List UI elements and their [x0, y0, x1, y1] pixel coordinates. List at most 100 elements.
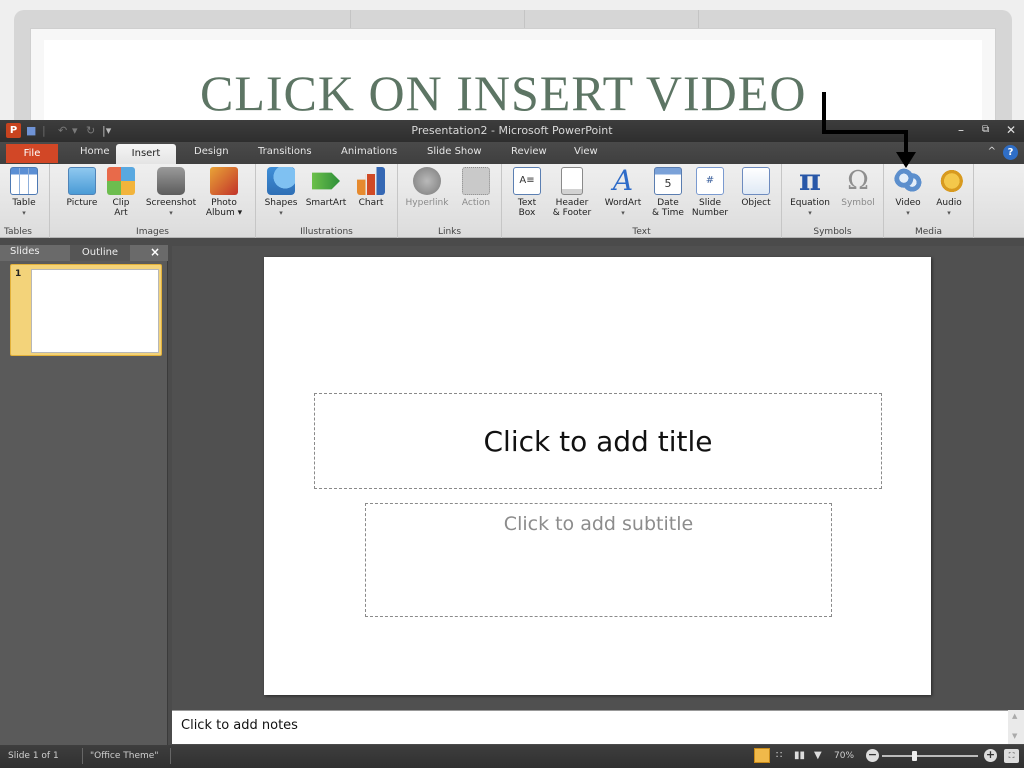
header-footer-icon — [561, 167, 583, 195]
help-icon[interactable]: ? — [1003, 145, 1018, 160]
close-icon[interactable]: ✕ — [1006, 123, 1016, 137]
frame-divider — [524, 10, 525, 30]
chart-button[interactable]: Chart — [352, 167, 390, 208]
redo-icon[interactable]: ↻ — [86, 124, 95, 137]
frame-divider — [698, 10, 699, 30]
clip-art-button[interactable]: Clip Art — [106, 167, 136, 218]
slide-thumbnail-number: 1 — [15, 269, 22, 279]
annotation-arrow-head-icon — [896, 152, 916, 168]
frame-divider — [350, 10, 351, 30]
ribbon-tab-bar: File Home Insert Design Transitions Anim… — [0, 142, 1024, 164]
action-button[interactable]: Action — [456, 167, 496, 208]
symbol-button[interactable]: Ω Symbol — [838, 167, 878, 208]
tab-design[interactable]: Design — [194, 146, 229, 157]
object-button[interactable]: Object — [736, 167, 776, 208]
tab-file[interactable]: File — [6, 144, 58, 163]
shapes-button[interactable]: Shapes ▾ — [262, 167, 300, 218]
camera-icon — [157, 167, 185, 195]
zoom-out-icon[interactable]: − — [866, 749, 879, 762]
pi-icon: π — [799, 163, 821, 198]
slide-count: Slide 1 of 1 — [8, 751, 59, 761]
annotation-arrow-horizontal — [822, 130, 908, 134]
group-label-links: Links — [437, 227, 462, 237]
tab-animations[interactable]: Animations — [341, 146, 397, 157]
group-links: Hyperlink Action Links — [398, 164, 502, 238]
picture-button[interactable]: Picture — [62, 167, 102, 208]
clip-art-icon — [107, 167, 135, 195]
smartart-icon — [312, 172, 340, 190]
undo-dropdown-icon[interactable]: ▾ — [72, 124, 78, 137]
notes-input[interactable]: Click to add notes — [172, 710, 1008, 744]
wordart-button[interactable]: A WordArt ▾ — [600, 167, 646, 218]
status-divider — [82, 748, 83, 764]
annotation-arrow-drop — [904, 130, 908, 154]
hyperlink-button[interactable]: Hyperlink — [402, 167, 452, 208]
slide-thumbnail[interactable] — [31, 269, 159, 353]
group-tables: Table ▾ Tables — [0, 164, 50, 238]
calendar-icon: 5 — [654, 167, 682, 195]
close-pane-icon[interactable]: × — [150, 245, 160, 259]
text-box-button[interactable]: A≡ Text Box — [512, 167, 542, 218]
tab-outline[interactable]: Outline — [70, 245, 130, 261]
tab-review[interactable]: Review — [511, 146, 547, 157]
slide-show-icon[interactable]: ▼ — [814, 750, 822, 761]
group-label-images: Images — [136, 227, 169, 237]
smartart-button[interactable]: SmartArt — [304, 167, 348, 208]
equation-button[interactable]: π Equation ▾ — [786, 163, 834, 218]
fit-to-window-icon[interactable]: ⛶ — [1004, 749, 1019, 763]
globe-icon — [413, 167, 441, 195]
omega-icon: Ω — [847, 166, 869, 196]
theme-name[interactable]: "Office Theme" — [90, 751, 158, 761]
zoom-level[interactable]: 70% — [834, 751, 854, 761]
tab-slides[interactable]: Slides — [10, 246, 40, 257]
zoom-in-icon[interactable]: + — [984, 749, 997, 762]
date-time-button[interactable]: 5 Date & Time — [648, 167, 688, 218]
reading-view-icon[interactable]: ▮▮ — [794, 750, 805, 761]
chart-icon — [357, 167, 385, 195]
group-images: Picture Clip Art Screenshot ▾ Photo Album ▾… — [50, 164, 256, 238]
tab-home[interactable]: Home — [80, 146, 110, 157]
customize-toolbar-icon[interactable]: |▾ — [102, 124, 111, 137]
slide-number-button[interactable]: # Slide Number — [690, 167, 730, 218]
slide-sorter-icon[interactable]: ∷ — [776, 750, 782, 761]
scroll-up-icon[interactable]: ▲ — [1012, 712, 1017, 720]
object-icon — [742, 167, 770, 195]
tab-insert[interactable]: Insert — [116, 144, 176, 164]
shapes-icon — [267, 167, 295, 195]
status-divider — [170, 748, 171, 764]
group-text: A≡ Text Box Header & Footer A WordArt ▾ 5 D… — [502, 164, 782, 238]
zoom-slider[interactable] — [882, 755, 978, 757]
screenshot-button[interactable]: Screenshot ▾ — [142, 167, 200, 218]
normal-view-icon[interactable] — [754, 748, 770, 763]
tab-slide-show[interactable]: Slide Show — [427, 146, 482, 157]
tab-transitions[interactable]: Transitions — [258, 146, 312, 157]
save-icon[interactable]: ■ — [26, 124, 36, 137]
action-icon — [462, 167, 490, 195]
group-label-illustrations: Illustrations — [300, 227, 353, 237]
window-title: Presentation2 - Microsoft PowerPoint — [411, 124, 613, 137]
separator-icon: | — [42, 124, 46, 137]
minimize-icon[interactable]: – — [958, 123, 964, 137]
slides-pane-tabs: Slides Outline × — [0, 245, 168, 261]
title-placeholder[interactable]: Click to add title — [314, 393, 882, 489]
video-button[interactable]: Video ▾ — [888, 167, 928, 218]
subtitle-placeholder[interactable]: Click to add subtitle — [365, 503, 832, 617]
notes-scrollbar[interactable]: ▲ ▼ — [1008, 710, 1024, 744]
photo-album-button[interactable]: Photo Album ▾ — [202, 167, 246, 218]
text-box-icon: A≡ — [513, 167, 541, 195]
zoom-slider-handle[interactable] — [912, 751, 917, 761]
scroll-down-icon[interactable]: ▼ — [1012, 732, 1017, 740]
slide-thumbnail-selected[interactable]: 1 — [10, 264, 162, 356]
undo-icon[interactable]: ↶ — [58, 124, 67, 137]
film-reel-icon — [894, 167, 922, 195]
header-footer-button[interactable]: Header & Footer — [548, 167, 596, 218]
ribbon-insert: Table ▾ Tables Picture Clip Art Screenshot… — [0, 164, 1024, 238]
minimize-ribbon-icon[interactable]: ^ — [988, 146, 996, 157]
table-button[interactable]: Table ▾ — [6, 167, 42, 218]
group-label-text: Text — [632, 227, 651, 237]
restore-icon[interactable]: ⧉ — [982, 124, 989, 135]
annotation-arrow-vertical — [822, 92, 826, 134]
audio-button[interactable]: Audio ▾ — [930, 167, 968, 218]
tab-view[interactable]: View — [574, 146, 598, 157]
powerpoint-icon[interactable]: P — [6, 123, 21, 138]
